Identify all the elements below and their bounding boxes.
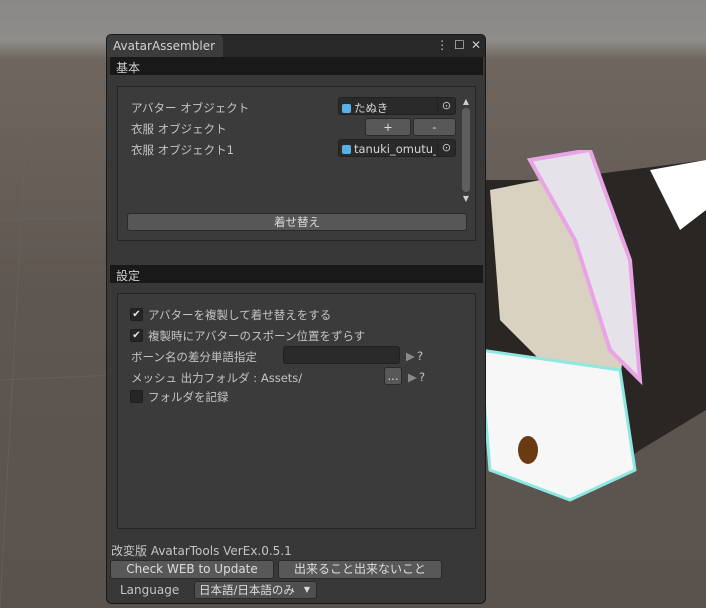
dress-up-button[interactable]: 着せ替え xyxy=(127,213,467,231)
maximize-icon[interactable]: ☐ xyxy=(454,38,465,52)
copy-avatar-label: アバターを複製して着せ替えをする xyxy=(148,308,332,322)
clothes-object1-field[interactable]: tanuki_omutu_2 ⊙ xyxy=(338,139,456,157)
shift-spawn-checkbox[interactable]: ✔ xyxy=(130,329,143,342)
object-picker-icon[interactable]: ⊙ xyxy=(437,98,455,114)
record-folder-checkbox[interactable] xyxy=(130,390,143,403)
section-settings-header[interactable]: 設定 xyxy=(110,265,483,283)
chevron-down-icon: ▼ xyxy=(303,585,310,594)
help-button[interactable]: ? xyxy=(419,370,425,384)
avatar-object-value: たぬき xyxy=(354,101,389,115)
record-folder-label: フォルダを記録 xyxy=(148,390,229,404)
scrollbar[interactable]: ▲ ▼ xyxy=(460,97,472,207)
scrollbar-thumb[interactable] xyxy=(462,108,470,192)
avatar-object-label: アバター オブジェクト xyxy=(131,101,250,115)
gameobject-icon xyxy=(342,104,351,113)
shift-spawn-label: 複製時にアバターのスポーン位置をずらす xyxy=(148,329,366,343)
mesh-folder-label: メッシュ 出力フォルダ : Assets/ xyxy=(131,371,303,385)
remove-clothes-button[interactable]: - xyxy=(413,118,456,136)
language-label: Language xyxy=(120,583,180,597)
settings-box: ✔ アバターを複製して着せ替えをする ✔ 複製時にアバターのスポーン位置をずらす… xyxy=(117,293,476,529)
expand-arrow-icon[interactable]: ▶ xyxy=(406,349,415,363)
check-web-update-button[interactable]: Check WEB to Update xyxy=(110,560,274,579)
gameobject-icon xyxy=(342,145,351,154)
basic-box: アバター オブジェクト たぬき ⊙ 衣服 オブジェクト + - 衣服 オブジェク… xyxy=(117,86,476,241)
section-basic-header[interactable]: 基本 xyxy=(110,57,483,75)
avatar-object-field[interactable]: たぬき ⊙ xyxy=(338,97,456,115)
version-label: 改変版 AvatarTools VerEx.0.5.1 xyxy=(111,544,292,558)
kebab-icon[interactable]: ⋮ xyxy=(436,38,448,52)
language-value: 日本語/日本語のみ xyxy=(199,583,295,597)
avatar-assembler-window: AvatarAssembler ⋮ ☐ ✕ 基本 アバター オブジェクト たぬき… xyxy=(106,34,486,604)
capabilities-button[interactable]: 出来ること出来ないこと xyxy=(278,560,442,579)
clothes-object1-value: tanuki_omutu_2 xyxy=(354,142,436,156)
window-tab[interactable]: AvatarAssembler xyxy=(107,35,223,57)
add-clothes-button[interactable]: + xyxy=(365,118,411,136)
tanuki-model xyxy=(480,150,706,502)
close-icon[interactable]: ✕ xyxy=(471,38,481,52)
language-dropdown[interactable]: 日本語/日本語のみ ▼ xyxy=(194,581,317,599)
clothes-object1-label: 衣服 オブジェクト1 xyxy=(131,143,234,157)
scroll-up-icon[interactable]: ▲ xyxy=(460,97,472,106)
expand-arrow-icon[interactable]: ▶ xyxy=(408,370,417,384)
help-button[interactable]: ? xyxy=(417,349,423,363)
clothes-object-label: 衣服 オブジェクト xyxy=(131,122,227,136)
object-picker-icon[interactable]: ⊙ xyxy=(437,140,455,156)
bone-diff-input[interactable] xyxy=(283,346,400,364)
bone-diff-label: ボーン名の差分単語指定 xyxy=(131,350,257,364)
copy-avatar-checkbox[interactable]: ✔ xyxy=(130,308,143,321)
browse-folder-button[interactable]: ... xyxy=(384,367,402,385)
scroll-down-icon[interactable]: ▼ xyxy=(460,194,472,203)
